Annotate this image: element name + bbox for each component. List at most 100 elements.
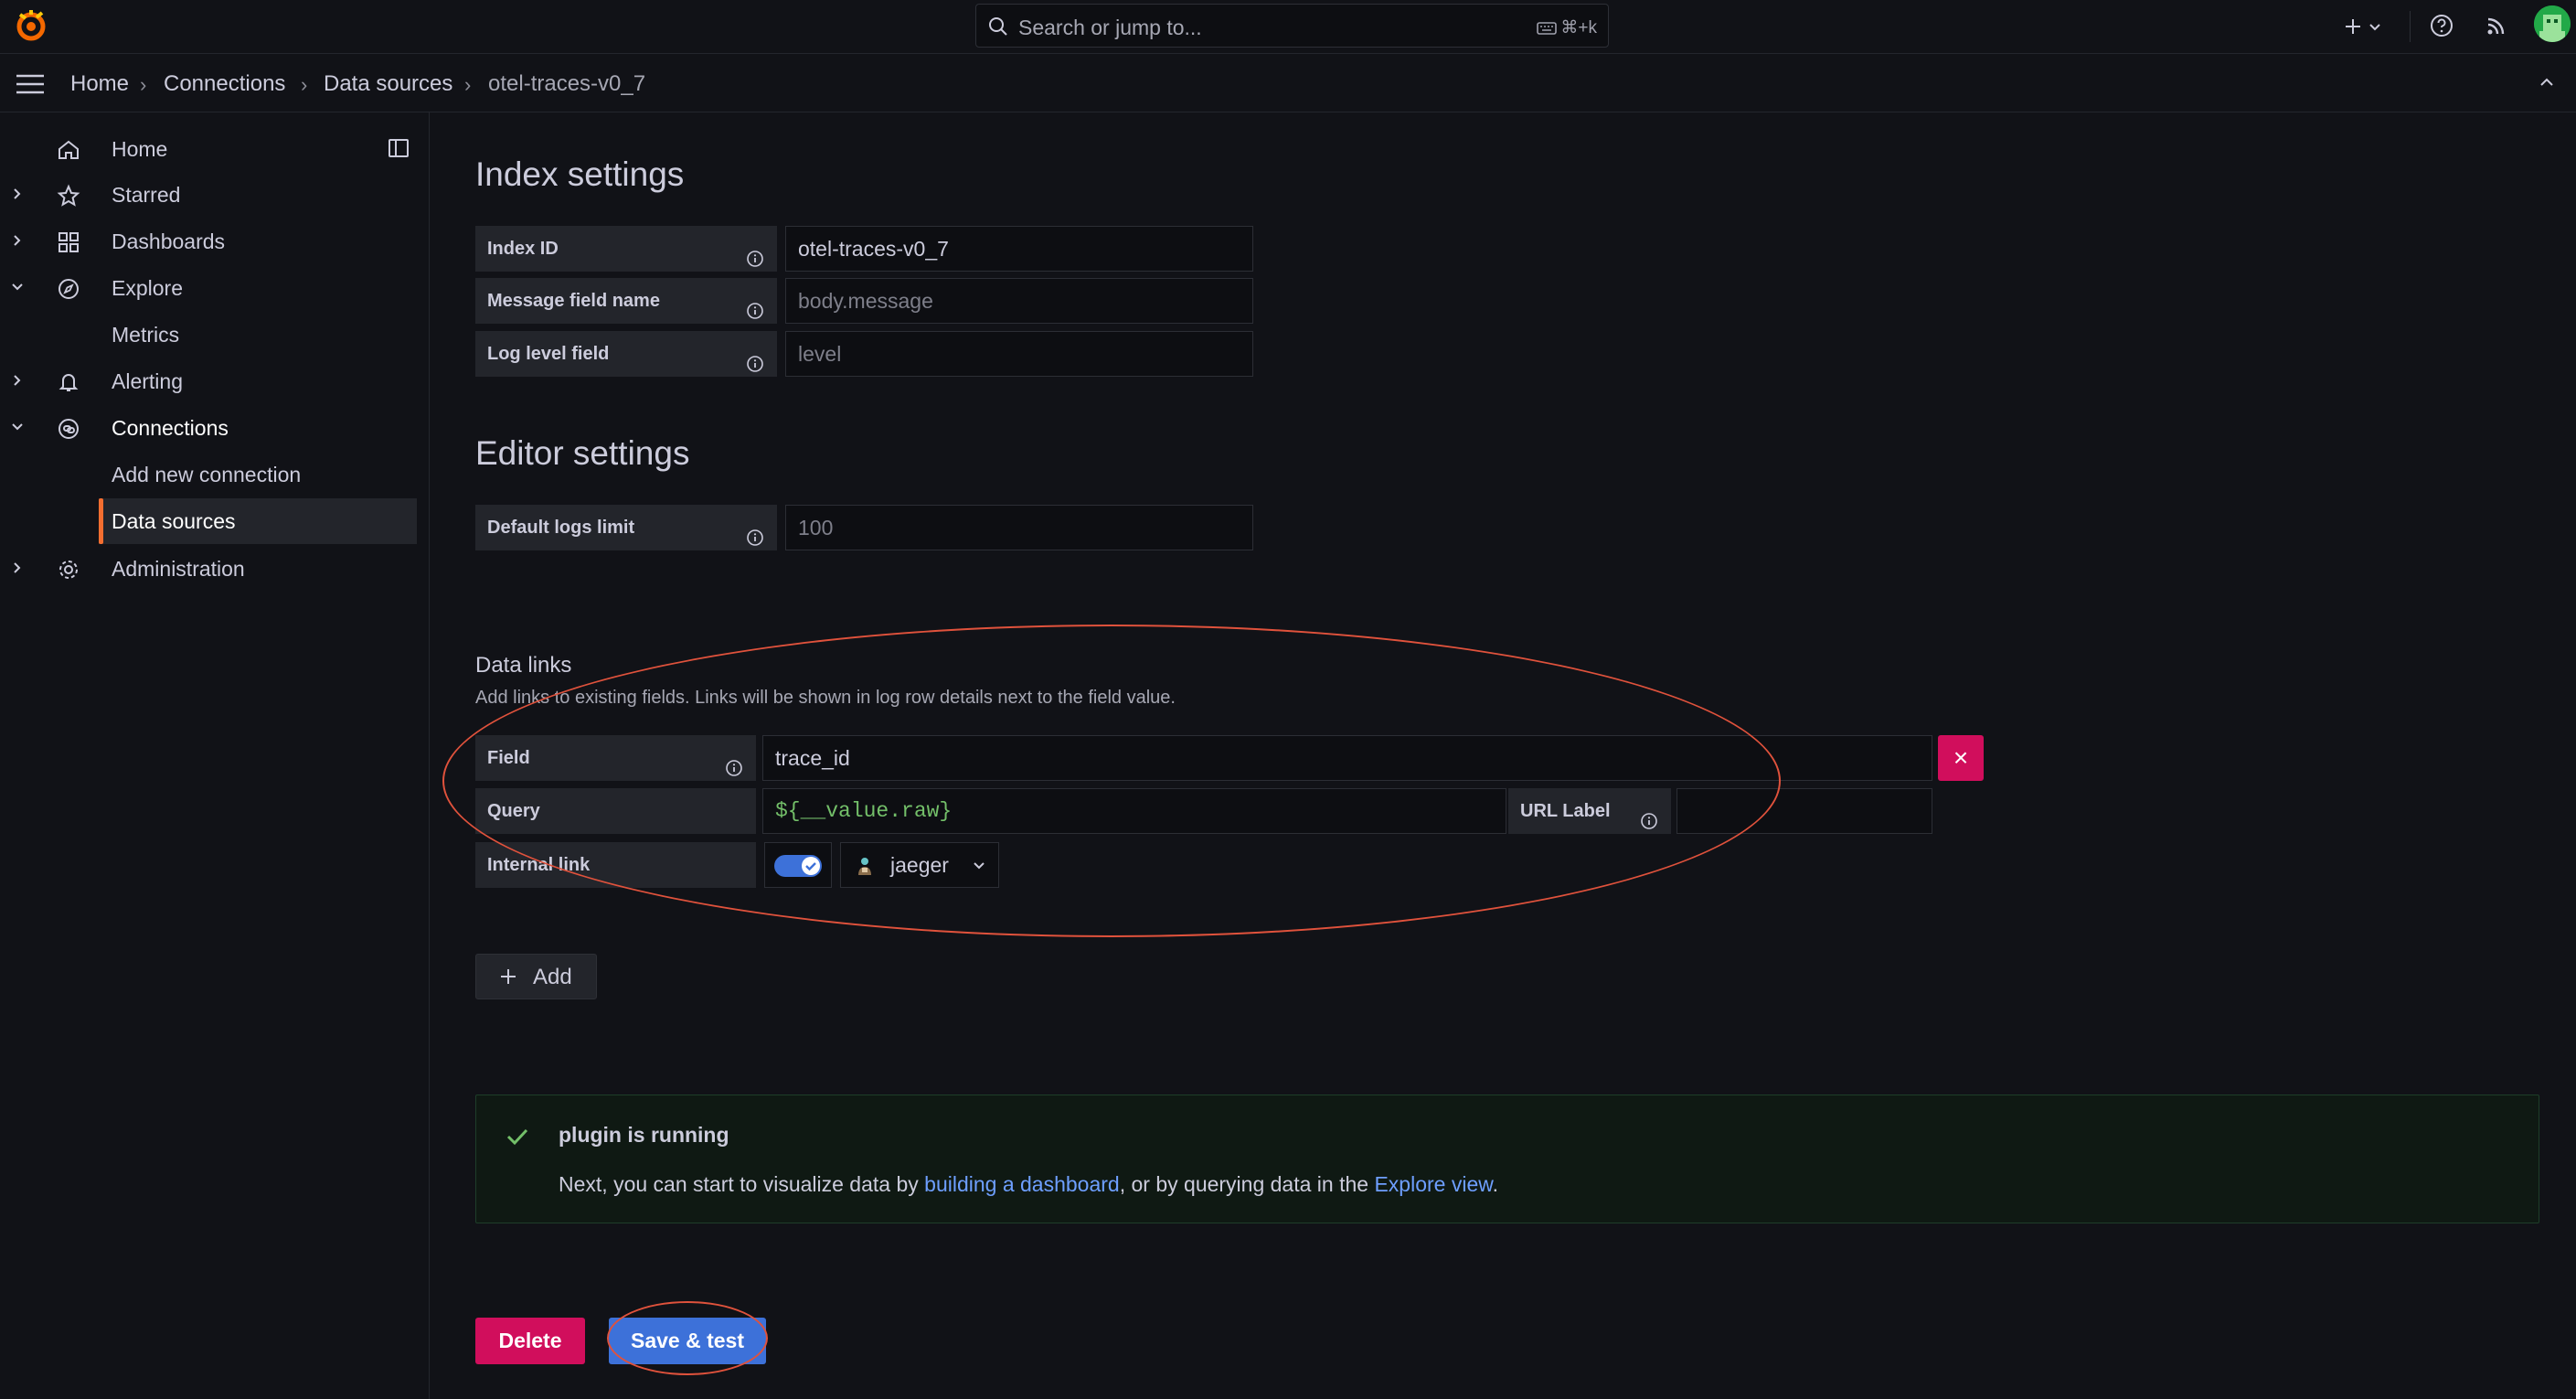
search-placeholder: Search or jump to...	[1018, 16, 1202, 39]
home-icon	[57, 138, 80, 166]
chevron-right-icon[interactable]	[9, 560, 26, 581]
save-and-test-button[interactable]: Save & test	[609, 1318, 766, 1364]
success-alert: plugin is running Next, you can start to…	[475, 1095, 2539, 1223]
field-label: Field	[475, 735, 756, 781]
chevron-down-icon	[2369, 24, 2380, 31]
url-label-input[interactable]	[1677, 788, 1932, 834]
annotation-circle	[442, 625, 1781, 937]
data-links-heading: Data links	[475, 653, 572, 678]
chevron-down-icon[interactable]	[9, 279, 26, 300]
log-level-field-label: Log level field	[475, 331, 777, 377]
index-id-input[interactable]: otel-traces-v0_7	[785, 226, 1253, 272]
internal-link-label: Internal link	[475, 842, 756, 888]
sidebar-item-administration[interactable]: Administration	[0, 546, 417, 592]
breadcrumb-current: otel-traces-v0_7	[488, 71, 646, 96]
data-links-description: Add links to existing fields. Links will…	[475, 688, 1176, 708]
sidebar-item-home[interactable]: Home	[0, 126, 417, 172]
active-indicator	[99, 498, 103, 544]
bell-icon	[57, 370, 80, 399]
editor-settings-heading: Editor settings	[475, 434, 690, 472]
breadcrumb-connections[interactable]: Connections	[164, 71, 285, 97]
sidebar-item-alerting[interactable]: Alerting	[0, 358, 417, 404]
chevron-down-icon[interactable]	[9, 419, 26, 440]
chevron-right-icon[interactable]	[9, 372, 26, 393]
remove-data-link-button[interactable]: ×	[1938, 735, 1984, 781]
plus-icon	[498, 966, 518, 991]
info-circle-icon[interactable]	[746, 345, 764, 390]
log-level-field-input[interactable]: level	[785, 331, 1253, 377]
keyboard-icon	[1537, 21, 1558, 35]
breadcrumb-data-sources[interactable]: Data sources	[324, 71, 452, 97]
index-settings-heading: Index settings	[475, 155, 685, 193]
toggle-track	[774, 855, 822, 877]
breadcrumb-home[interactable]: Home	[70, 71, 129, 97]
chevron-right-icon[interactable]	[9, 232, 26, 253]
search-icon	[987, 16, 1009, 37]
sidebar-item-explore[interactable]: Explore	[0, 265, 417, 311]
sidebar-item-add-new-connection[interactable]: Add new connection	[0, 452, 417, 497]
field-input[interactable]: trace_id	[762, 735, 1932, 781]
add-button-label: Add	[533, 965, 572, 989]
grafana-logo-icon[interactable]	[13, 7, 49, 44]
plus-icon	[2346, 19, 2360, 34]
info-circle-icon[interactable]	[1640, 802, 1658, 848]
building-dashboard-link[interactable]: building a dashboard	[924, 1172, 1120, 1196]
message-field-name-input[interactable]: body.message	[785, 278, 1253, 324]
datasource-picker[interactable]: jaeger	[840, 842, 999, 888]
message-field-name-label: Message field name	[475, 278, 777, 324]
sidebar-item-label: Alerting	[112, 369, 183, 393]
new-menu-button[interactable]	[2342, 11, 2388, 42]
compass-icon	[57, 277, 80, 305]
check-icon	[504, 1123, 531, 1155]
sidebar-item-label: Metrics	[112, 323, 180, 347]
check-icon	[805, 862, 816, 871]
sidebar-item-dashboards[interactable]: Dashboards	[0, 219, 417, 264]
sidebar-item-starred[interactable]: Starred	[0, 172, 417, 218]
sidebar-item-label: Home	[112, 137, 168, 161]
alert-body: Next, you can start to visualize data by…	[559, 1172, 1498, 1196]
cog-icon	[57, 558, 80, 586]
default-logs-limit-input[interactable]: 100	[785, 505, 1253, 550]
topbar-divider	[2410, 11, 2411, 42]
sidebar-item-label: Dashboards	[112, 230, 226, 253]
alert-title: plugin is running	[559, 1123, 729, 1147]
sidebar-item-label: Starred	[112, 183, 181, 207]
search-shortcut: ⌘+k	[1537, 17, 1597, 38]
sidebar-item-label: Explore	[112, 276, 183, 300]
query-input[interactable]: ${__value.raw}	[762, 788, 1506, 834]
internal-link-toggle[interactable]	[764, 842, 832, 888]
link-icon	[57, 417, 80, 445]
add-data-link-button[interactable]: Add	[475, 954, 597, 999]
help-icon[interactable]	[2428, 12, 2455, 39]
sidebar-item-label: Connections	[112, 416, 229, 440]
sidebar-item-label: Data sources	[112, 509, 236, 533]
breadcrumb-separator: ›	[464, 73, 472, 96]
explore-view-link[interactable]: Explore view	[1374, 1172, 1492, 1196]
sidebar-item-data-sources[interactable]: Data sources	[99, 498, 417, 544]
sidebar-item-label: Add new connection	[112, 463, 302, 486]
delete-button[interactable]: Delete	[475, 1318, 585, 1364]
breadcrumb-separator: ›	[301, 73, 308, 96]
jaeger-icon	[854, 855, 876, 881]
chevron-down-icon	[971, 857, 987, 878]
toggle-knob	[802, 857, 820, 875]
info-circle-icon[interactable]	[746, 518, 764, 564]
sidebar-item-metrics[interactable]: Metrics	[0, 312, 417, 358]
default-logs-limit-label: Default logs limit	[475, 505, 777, 550]
chevron-up-icon[interactable]	[2538, 73, 2556, 91]
chevron-right-icon[interactable]	[9, 186, 26, 207]
star-icon	[57, 184, 80, 212]
breadcrumb-separator: ›	[140, 73, 147, 96]
search-shortcut-text: ⌘+k	[1560, 18, 1597, 37]
search-bar[interactable]: Search or jump to... ⌘+k	[975, 4, 1609, 48]
index-id-label: Index ID	[475, 226, 777, 272]
user-avatar[interactable]	[2534, 5, 2571, 42]
sidebar-item-label: Administration	[112, 557, 245, 581]
menu-hamburger-icon[interactable]	[15, 72, 46, 96]
query-label: Query	[475, 788, 756, 834]
apps-icon	[57, 230, 80, 259]
datasource-name: jaeger	[890, 853, 949, 877]
sidebar-item-connections[interactable]: Connections	[0, 405, 417, 451]
url-label-label: URL Label	[1508, 788, 1671, 834]
news-rss-icon[interactable]	[2483, 12, 2510, 39]
